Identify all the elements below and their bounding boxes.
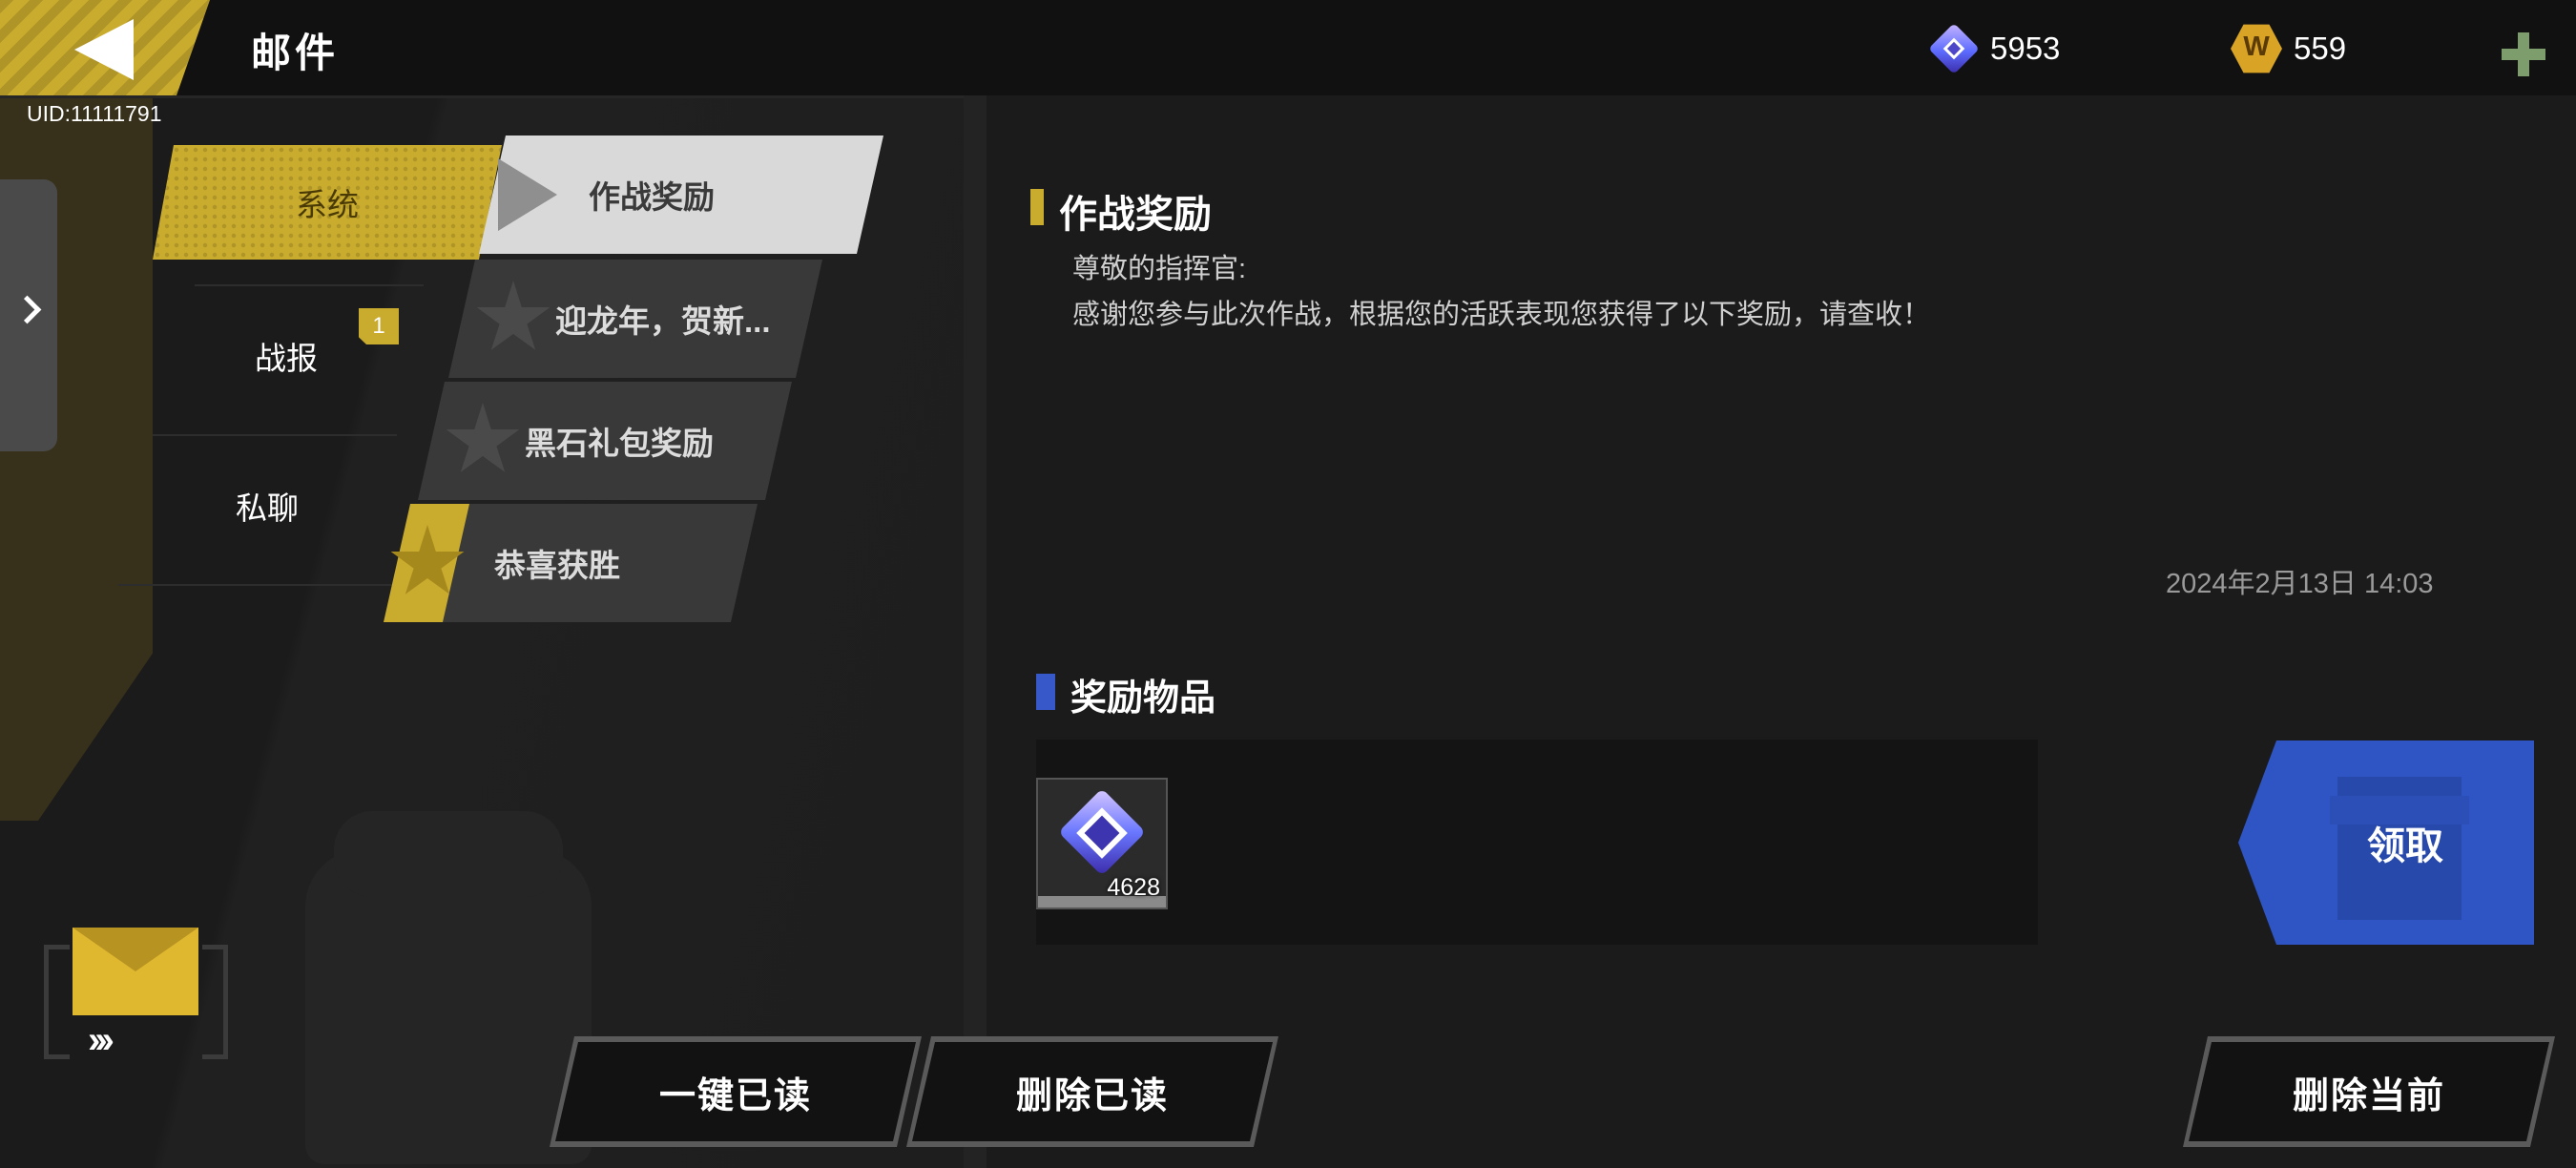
- mark-all-read-label: 一键已读: [658, 1075, 812, 1116]
- gem-currency: 5953: [1928, 23, 2061, 74]
- mail-timestamp: 2024年2月13日 14:03: [2166, 569, 2434, 599]
- mail-title: 迎龙年，贺新...: [555, 303, 771, 339]
- back-arrow-icon[interactable]: [74, 19, 134, 80]
- page-title: 邮件: [251, 31, 340, 75]
- chevrons-right-icon: ›››: [88, 1019, 114, 1061]
- mail-title: 作战奖励: [589, 179, 715, 215]
- fist-emblem-decoration: [305, 811, 592, 1164]
- delete-current-label: 删除当前: [2292, 1075, 2445, 1116]
- mail-detail-title: 作战奖励: [1030, 183, 1212, 239]
- category-divider: [153, 434, 397, 436]
- mail-item[interactable]: 黑石礼包奖励: [418, 382, 792, 500]
- rewards-heading: 奖励物品: [1036, 668, 1215, 720]
- panel-divider: [964, 95, 987, 1168]
- category-report-label: 战报: [255, 341, 318, 376]
- category-system-label: 系统: [296, 187, 359, 222]
- top-bar: [0, 0, 2576, 98]
- gem-icon: [1928, 23, 1980, 74]
- mail-screen: 邮件 UID:11111791 5953 W 559 系统 战报 1 私聊 作战…: [0, 0, 2576, 1168]
- category-tab-system[interactable]: 系统: [153, 145, 502, 260]
- user-id-label: UID:11111791: [27, 101, 162, 126]
- category-private-label: 私聊: [236, 490, 299, 526]
- mail-greeting: 尊敬的指挥官:: [1072, 254, 1247, 284]
- gem-amount: 5953: [1990, 31, 2061, 66]
- mail-body: 感谢您参与此次作战，根据您的活跃表现您获得了以下奖励，请查收！: [1072, 300, 1931, 330]
- envelope-icon: [73, 928, 198, 1015]
- delete-read-button[interactable]: 删除已读: [906, 1036, 1278, 1147]
- bracket-decoration: [44, 945, 70, 1059]
- claim-label: 领取: [2367, 825, 2443, 867]
- add-currency-plus-icon[interactable]: [2500, 31, 2547, 78]
- mail-title: 黑石礼包奖励: [525, 426, 714, 461]
- mail-item-active[interactable]: 作战奖励: [479, 136, 883, 254]
- mail-title: 恭喜获胜: [494, 548, 620, 583]
- selected-indicator-icon: [498, 158, 557, 231]
- coin-currency: W 559: [2231, 23, 2347, 74]
- category-tab-report[interactable]: 战报: [143, 284, 429, 428]
- mail-item[interactable]: 恭喜获胜: [384, 504, 758, 622]
- category-divider: [118, 584, 395, 586]
- chevron-right-icon: [12, 295, 42, 324]
- claim-button[interactable]: 领取: [2238, 740, 2534, 945]
- bracket-decoration: [202, 945, 228, 1059]
- reward-item-gem[interactable]: 4628: [1036, 778, 1168, 909]
- reward-quantity: 4628: [1107, 874, 1160, 901]
- mail-item[interactable]: 迎龙年，贺新...: [448, 260, 822, 378]
- delete-current-button[interactable]: 删除当前: [2183, 1036, 2555, 1147]
- coin-icon: W: [2231, 23, 2282, 74]
- unread-badge: 1: [359, 308, 399, 344]
- mark-all-read-button[interactable]: 一键已读: [550, 1036, 922, 1147]
- delete-read-label: 删除已读: [1015, 1075, 1169, 1116]
- coin-amount: 559: [2294, 31, 2347, 66]
- side-drawer-handle[interactable]: [0, 179, 57, 451]
- category-tab-private[interactable]: 私聊: [124, 439, 410, 573]
- rewards-container: [1036, 740, 2038, 945]
